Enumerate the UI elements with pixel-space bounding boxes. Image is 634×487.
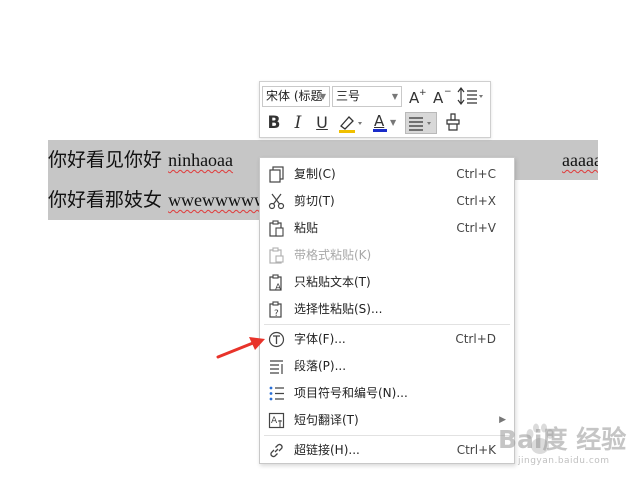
menu-item-paste-special[interactable]: ? 选择性粘贴(S)... bbox=[260, 296, 514, 323]
menu-item-paste-text-only[interactable]: A 只粘贴文本(T) bbox=[260, 269, 514, 296]
menu-item-paste[interactable]: 粘贴 Ctrl+V bbox=[260, 215, 514, 242]
line1-latin-text: ninhaoaa bbox=[168, 150, 234, 170]
highlighter-icon bbox=[339, 116, 362, 133]
menu-item-label: 项目符号和编号(N)... bbox=[294, 386, 408, 400]
document-line-2[interactable]: 你好看那妓女 wwewwwww bbox=[48, 180, 268, 220]
font-color-button[interactable]: A ▼ bbox=[370, 112, 400, 134]
svg-text:?: ? bbox=[274, 309, 279, 318]
menu-item-paste-with-format[interactable]: 带格式粘贴(K) bbox=[260, 242, 514, 269]
watermark-brand: Bai度 经验 bbox=[498, 425, 627, 454]
line-spacing-icon bbox=[457, 87, 483, 105]
paragraph-icon bbox=[270, 360, 283, 374]
font-size-select[interactable]: 三号 ▼ bbox=[332, 86, 402, 107]
paste-format-icon bbox=[269, 247, 284, 264]
underline-button[interactable]: U bbox=[311, 112, 333, 134]
line-spacing-button[interactable] bbox=[456, 86, 486, 108]
menu-item-font[interactable]: 字体(F)... Ctrl+D bbox=[260, 326, 514, 353]
chevron-down-icon: ▼ bbox=[390, 118, 397, 127]
line1-tail-text: aaaaaaa bbox=[562, 150, 598, 170]
font-name-value: 宋体 (标题 bbox=[266, 89, 323, 103]
menu-item-shortcut: Ctrl+X bbox=[456, 194, 496, 208]
svg-text:A: A bbox=[271, 416, 278, 426]
svg-text:A: A bbox=[275, 283, 282, 291]
menu-item-label: 字体(F)... bbox=[294, 332, 346, 346]
baidu-watermark: Bai度 经验 jingyan.baidu.com bbox=[468, 418, 628, 478]
line2-latin-text: wwewwwww bbox=[168, 190, 268, 210]
menu-item-label: 剪切(T) bbox=[294, 194, 335, 208]
menu-item-label: 复制(C) bbox=[294, 167, 336, 181]
shrink-font-button[interactable]: A − bbox=[431, 86, 453, 108]
menu-item-shortcut: Ctrl+V bbox=[456, 221, 496, 235]
align-justify-icon bbox=[409, 117, 431, 131]
grow-font-button[interactable]: A + bbox=[407, 86, 429, 108]
chevron-down-icon: ▼ bbox=[319, 92, 326, 101]
menu-item-label: 粘贴 bbox=[294, 221, 319, 235]
watermark-url: jingyan.baidu.com bbox=[518, 456, 610, 466]
bullets-icon bbox=[269, 386, 284, 401]
svg-text:−: − bbox=[444, 87, 452, 97]
menu-item-copy[interactable]: 复制(C) Ctrl+C bbox=[260, 161, 514, 188]
menu-item-bullets-numbering[interactable]: 项目符号和编号(N)... bbox=[260, 380, 514, 407]
bold-button[interactable]: B bbox=[263, 112, 285, 134]
translate-icon: A bbox=[268, 412, 285, 429]
menu-item-label: 带格式粘贴(K) bbox=[294, 248, 372, 262]
paste-icon bbox=[269, 220, 284, 237]
menu-item-shortcut: Ctrl+C bbox=[456, 167, 496, 181]
svg-text:+: + bbox=[419, 88, 427, 98]
line2-chinese-text: 你好看那妓女 bbox=[48, 189, 163, 211]
menu-item-label: 短句翻译(T) bbox=[294, 413, 359, 427]
scissors-icon bbox=[268, 193, 285, 210]
menu-item-label: 超链接(H)... bbox=[294, 443, 360, 457]
font-size-value: 三号 bbox=[336, 89, 361, 103]
format-painter-button[interactable] bbox=[442, 112, 464, 134]
paste-text-icon: A bbox=[269, 274, 282, 291]
font-name-select[interactable]: 宋体 (标题 ▼ bbox=[262, 86, 330, 107]
font-icon bbox=[268, 331, 285, 348]
grow-font-icon: A + bbox=[409, 88, 427, 107]
align-button[interactable] bbox=[405, 112, 437, 134]
menu-separator bbox=[264, 324, 510, 325]
menu-item-cut[interactable]: 剪切(T) Ctrl+X bbox=[260, 188, 514, 215]
menu-item-label: 段落(P)... bbox=[294, 359, 347, 373]
chevron-down-icon: ▼ bbox=[391, 92, 398, 101]
mini-format-toolbar: 宋体 (标题 ▼ 三号 ▼ A + A − B I U A ▼ bbox=[259, 81, 491, 138]
shrink-font-icon: A − bbox=[433, 87, 452, 107]
menu-item-label: 选择性粘贴(S)... bbox=[294, 302, 383, 316]
line1-chinese-text: 你好看见你好 bbox=[48, 149, 163, 171]
menu-item-paragraph[interactable]: 段落(P)... bbox=[260, 353, 514, 380]
annotation-arrow-icon bbox=[216, 337, 265, 359]
menu-item-label: 只粘贴文本(T) bbox=[294, 275, 371, 289]
copy-icon bbox=[269, 166, 284, 183]
highlight-button[interactable] bbox=[336, 112, 366, 134]
svg-text:A: A bbox=[433, 89, 444, 106]
link-icon bbox=[270, 443, 283, 458]
font-color-bar bbox=[373, 129, 387, 132]
italic-button[interactable]: I bbox=[287, 112, 309, 134]
format-painter-icon bbox=[446, 113, 460, 131]
paste-special-icon: ? bbox=[269, 301, 282, 318]
menu-item-shortcut: Ctrl+D bbox=[455, 332, 496, 346]
